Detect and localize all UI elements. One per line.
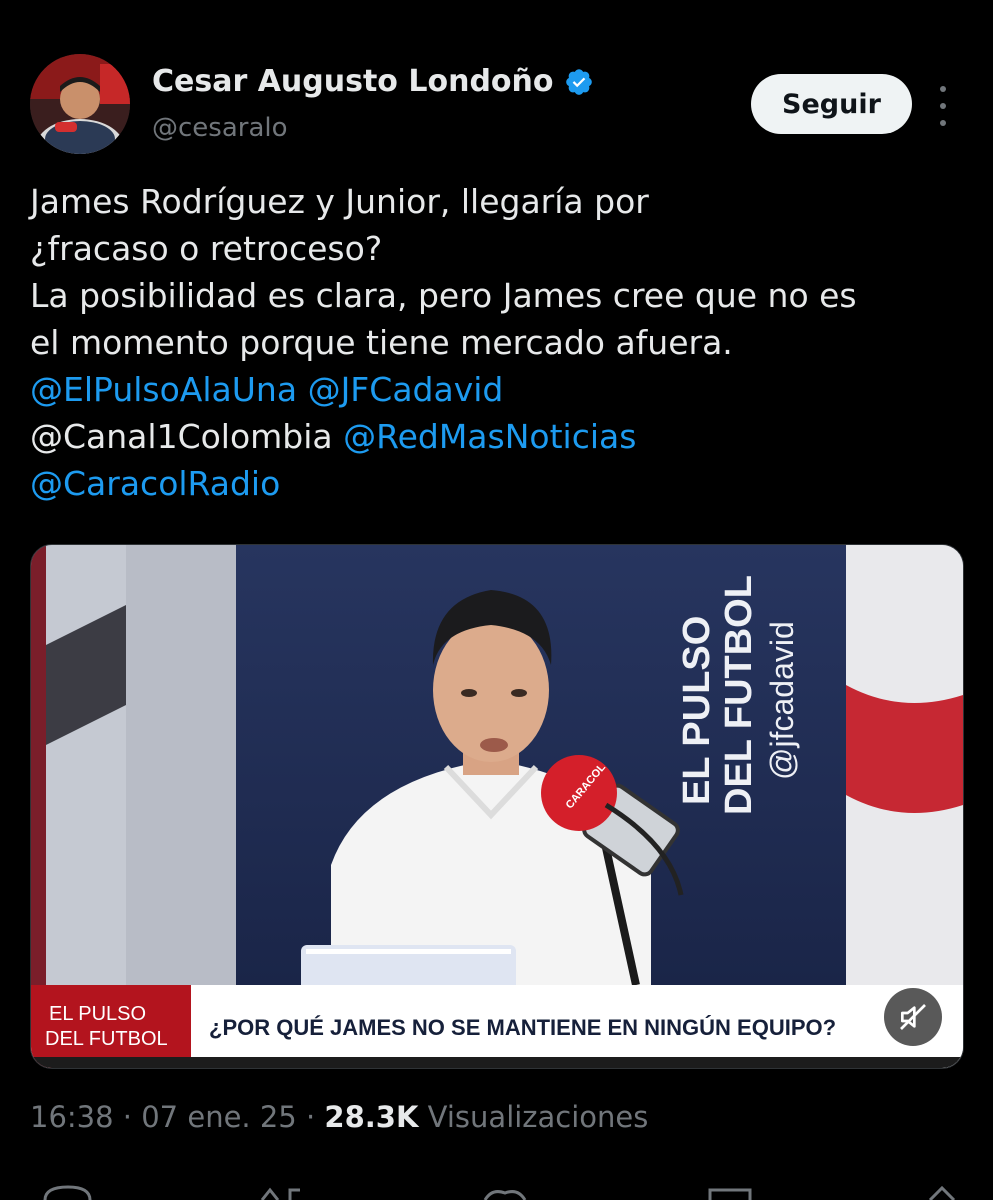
views-label[interactable]: Visualizaciones [428,1100,649,1134]
more-dot [940,120,946,126]
mention-text: @Canal1Colombia [30,417,333,456]
tweet-line: el momento porque tiene mercado afuera. [30,323,733,362]
video-player[interactable]: EL PULSO DEL FUTBOL @jfcadavid CARACOL E… [30,544,964,1069]
tweet-meta: 16:38 · 07 ene. 25 · 28.3K Visualizacion… [30,1100,648,1134]
muted-speaker-icon [900,1004,926,1030]
more-options-icon[interactable] [933,86,953,126]
set-logo-line2: DEL FUTBOL [718,575,760,815]
tweet-line: ¿fracaso o retroceso? [30,229,383,268]
mention-link[interactable]: @RedMasNoticias [343,417,636,456]
lower-third-logo-line1: EL PULSO [49,1003,146,1025]
set-handle: @jfcadavid [764,621,800,780]
author-handle[interactable]: @cesaralo [152,113,288,143]
mention-link[interactable]: @ElPulsoAlaUna [30,370,297,409]
set-logo-line1: EL PULSO [676,616,718,805]
video-headline: ¿POR QUÉ JAMES NO SE MANTIENE EN NINGÚN … [209,1015,836,1040]
tweet-line: @CaracolRadio [30,460,970,507]
tweet-line: @Canal1Colombia @RedMasNoticias [30,413,970,460]
author-avatar[interactable] [30,54,130,154]
lower-third-logo-line2: DEL FUTBOL [45,1028,168,1050]
avatar-image [30,54,130,154]
action-icons-partial [43,1185,956,1200]
more-dot [940,86,946,92]
author-display-name[interactable]: Cesar Augusto Londoño [152,64,554,99]
follow-button[interactable]: Seguir [751,74,912,134]
mention-link[interactable]: @CaracolRadio [30,464,280,503]
tweet-line: La posibilidad es clara, pero James cree… [30,276,857,315]
video-frame: EL PULSO DEL FUTBOL @jfcadavid CARACOL E… [31,545,963,1068]
tweet-time[interactable]: 16:38 [30,1100,114,1134]
verified-badge-icon [565,68,592,95]
action-bar [0,1185,993,1200]
mute-button[interactable] [884,988,942,1046]
author-name-row[interactable]: Cesar Augusto Londoño [152,64,594,99]
more-dot [940,103,946,109]
tweet-text: James Rodríguez y Junior, llegaría por ¿… [30,178,970,507]
views-count: 28.3K [324,1100,419,1134]
tweet-line: James Rodríguez y Junior, llegaría por [30,182,649,221]
mention-link[interactable]: @JFCadavid [308,370,504,409]
meta-separator: · [305,1100,316,1134]
meta-separator: · [122,1100,133,1134]
tweet-date[interactable]: 07 ene. 25 [141,1100,297,1134]
tweet-line: @ElPulsoAlaUna @JFCadavid [30,366,970,413]
